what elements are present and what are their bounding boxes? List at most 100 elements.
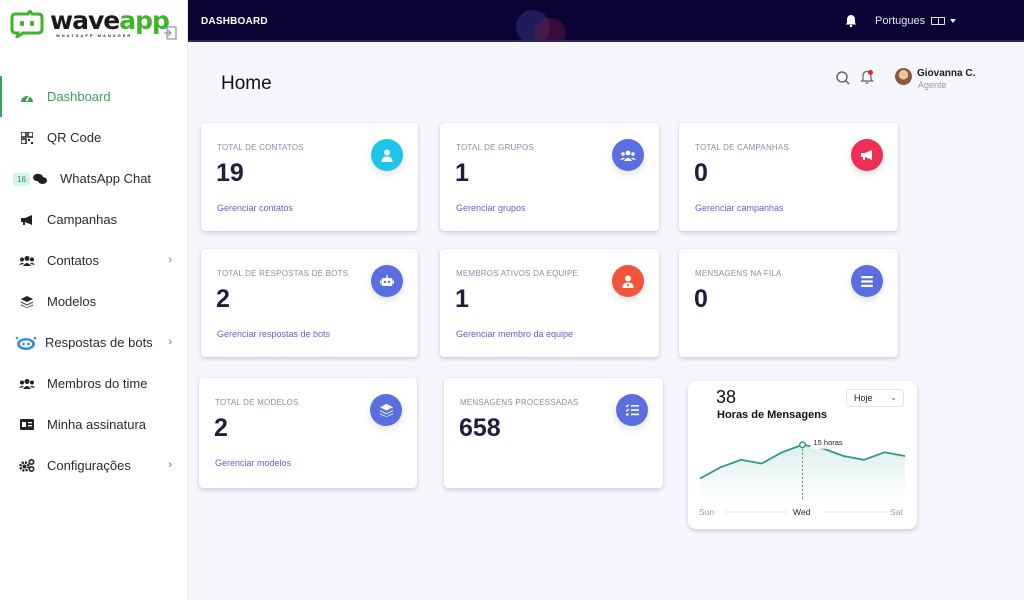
sidebar-item-label: Modelos	[47, 294, 97, 309]
brand-app: app	[119, 6, 170, 35]
card-value: 19	[216, 159, 244, 187]
language-label: Portugues	[875, 15, 926, 27]
sidebar-item-label: Respostas de bots	[45, 335, 153, 350]
stat-card-respostas-bots: TOTAL DE RESPOSTAS DE BOTS 2 Gerenciar r…	[201, 249, 418, 357]
chevron-right-icon: ›	[168, 459, 172, 471]
stat-card-mensagens-fila: MENSAGENS NA FILA 0	[679, 249, 898, 357]
megaphone-icon	[19, 212, 35, 228]
sidebar: waveapp WHATSAPP MANAGER Dashboard QR Co…	[0, 0, 188, 600]
x-tick-label: Sun	[699, 507, 714, 517]
manage-templates-link[interactable]: Gerenciar modelos	[215, 458, 291, 468]
users-icon	[612, 139, 644, 171]
stat-card-contatos: TOTAL DE CONTATOS 19 Gerenciar contatos	[201, 123, 418, 231]
team-icon	[19, 376, 35, 392]
sidebar-item-whatsapp-chat[interactable]: 16 WhatsApp Chat	[0, 158, 188, 199]
card-label: TOTAL DE CAMPANHAS	[695, 143, 789, 152]
x-tick-label: Sat	[890, 507, 903, 517]
user-tie-icon	[612, 265, 644, 297]
topbar-decoration	[534, 18, 566, 40]
layers-icon	[370, 394, 402, 426]
manage-bot-replies-link[interactable]: Gerenciar respostas de bots	[217, 329, 330, 339]
card-label: TOTAL DE RESPOSTAS DE BOTS	[217, 269, 349, 278]
card-label: TOTAL DE MODELOS	[215, 398, 299, 407]
qrcode-icon	[19, 130, 35, 146]
page-title: Home	[221, 73, 272, 94]
megaphone-icon	[851, 139, 883, 171]
language-selector[interactable]: Portugues	[875, 15, 957, 27]
chart-tooltip: 15 horas	[814, 438, 843, 447]
user-icon	[371, 139, 403, 171]
sidebar-item-label: Configurações	[47, 458, 131, 473]
card-label: TOTAL DE CONTATOS	[217, 143, 304, 152]
chevron-right-icon: ›	[168, 254, 172, 266]
message-hours-chart-card: 38 Horas de Mensagens Hoje ⌄ 15 horas Su…	[688, 381, 917, 529]
card-value: 2	[214, 414, 228, 442]
bars-icon	[851, 265, 883, 297]
card-value: 1	[455, 159, 469, 187]
topbar-title: DASHBOARD	[201, 16, 268, 27]
id-card-icon	[19, 417, 35, 433]
manage-campaigns-link[interactable]: Gerenciar campanhas	[695, 203, 784, 213]
stat-card-modelos: TOTAL DE MODELOS 2 Gerenciar modelos	[199, 378, 417, 488]
unread-badge: 16	[13, 173, 30, 186]
sidebar-item-label: Minha assinatura	[47, 417, 146, 432]
chat-icon	[32, 171, 48, 187]
user-role: Agente	[918, 80, 947, 90]
notification-dot	[868, 70, 873, 75]
sidebar-item-campanhas[interactable]: Campanhas	[0, 199, 188, 240]
card-label: MENSAGENS PROCESSADAS	[460, 398, 579, 407]
gauge-icon	[19, 89, 35, 105]
sidebar-item-minha-assinatura[interactable]: Minha assinatura	[0, 404, 188, 445]
stat-card-campanhas: TOTAL DE CAMPANHAS 0 Gerenciar campanhas	[679, 123, 898, 231]
users-icon	[19, 253, 35, 269]
logo-chat-icon	[10, 10, 44, 38]
cogs-icon	[19, 458, 35, 474]
card-value: 658	[459, 414, 501, 442]
chevron-right-icon: ›	[168, 336, 172, 348]
sidebar-item-membros-do-time[interactable]: Membros do time	[0, 363, 188, 404]
stat-card-membros-ativos: MEMBROS ATIVOS DA EQUIPE 1 Gerenciar mem…	[440, 249, 659, 357]
sidebar-item-contatos[interactable]: Contatos ›	[0, 240, 188, 281]
card-value: 0	[694, 285, 708, 313]
bell-icon[interactable]	[845, 14, 857, 27]
highlight-point[interactable]	[798, 441, 806, 449]
topbar: DASHBOARD Portugues	[188, 0, 1024, 42]
card-label: TOTAL DE GRUPOS	[456, 143, 534, 152]
search-icon[interactable]	[836, 71, 850, 85]
manage-groups-link[interactable]: Gerenciar grupos	[456, 203, 526, 213]
sidebar-item-dashboard[interactable]: Dashboard	[0, 76, 188, 117]
sidebar-item-respostas-de-bots[interactable]: Respostas de bots ›	[0, 322, 188, 363]
bot-icon	[15, 335, 37, 351]
x-tick-label: Wed	[793, 507, 811, 517]
user-name[interactable]: Giovanna C.	[917, 68, 975, 79]
sidebar-item-label: Contatos	[47, 253, 100, 268]
flag-icon	[931, 17, 946, 25]
sidebar-item-label: Dashboard	[47, 89, 111, 104]
logo[interactable]: waveapp WHATSAPP MANAGER	[8, 8, 170, 38]
brand-tagline: WHATSAPP MANAGER	[56, 33, 133, 38]
card-value: 0	[694, 159, 708, 187]
card-value: 1	[455, 285, 469, 313]
sidebar-item-label: WhatsApp Chat	[60, 171, 152, 186]
card-label: MENSAGENS NA FILA	[695, 269, 782, 278]
caret-down-icon	[950, 19, 957, 23]
card-label: MEMBROS ATIVOS DA EQUIPE	[456, 269, 579, 278]
stat-card-mensagens-processadas: MENSAGENS PROCESSADAS 658	[444, 378, 663, 488]
card-value: 2	[216, 285, 230, 313]
avatar[interactable]	[895, 68, 912, 85]
sidebar-item-label: Campanhas	[47, 212, 118, 227]
chart-plot: 15 horas Sun Wed Sat	[699, 435, 906, 517]
brand-wave: wave	[50, 6, 120, 35]
sidebar-item-label: QR Code	[47, 130, 102, 145]
sidebar-item-modelos[interactable]: Modelos	[0, 281, 188, 322]
robot-icon	[371, 265, 403, 297]
sidebar-nav: Dashboard QR Code 16 WhatsApp Chat Campa…	[0, 76, 188, 486]
sidebar-item-qr-code[interactable]: QR Code	[0, 117, 188, 158]
sidebar-item-label: Membros do time	[47, 376, 148, 391]
sidebar-item-configuracoes[interactable]: Configurações ›	[0, 445, 188, 486]
layers-icon	[19, 294, 35, 310]
manage-contacts-link[interactable]: Gerenciar contatos	[217, 203, 293, 213]
logout-icon[interactable]	[163, 26, 177, 40]
manage-team-member-link[interactable]: Gerenciar membro da equipe	[456, 329, 573, 339]
stat-card-grupos: TOTAL DE GRUPOS 1 Gerenciar grupos	[440, 123, 659, 231]
